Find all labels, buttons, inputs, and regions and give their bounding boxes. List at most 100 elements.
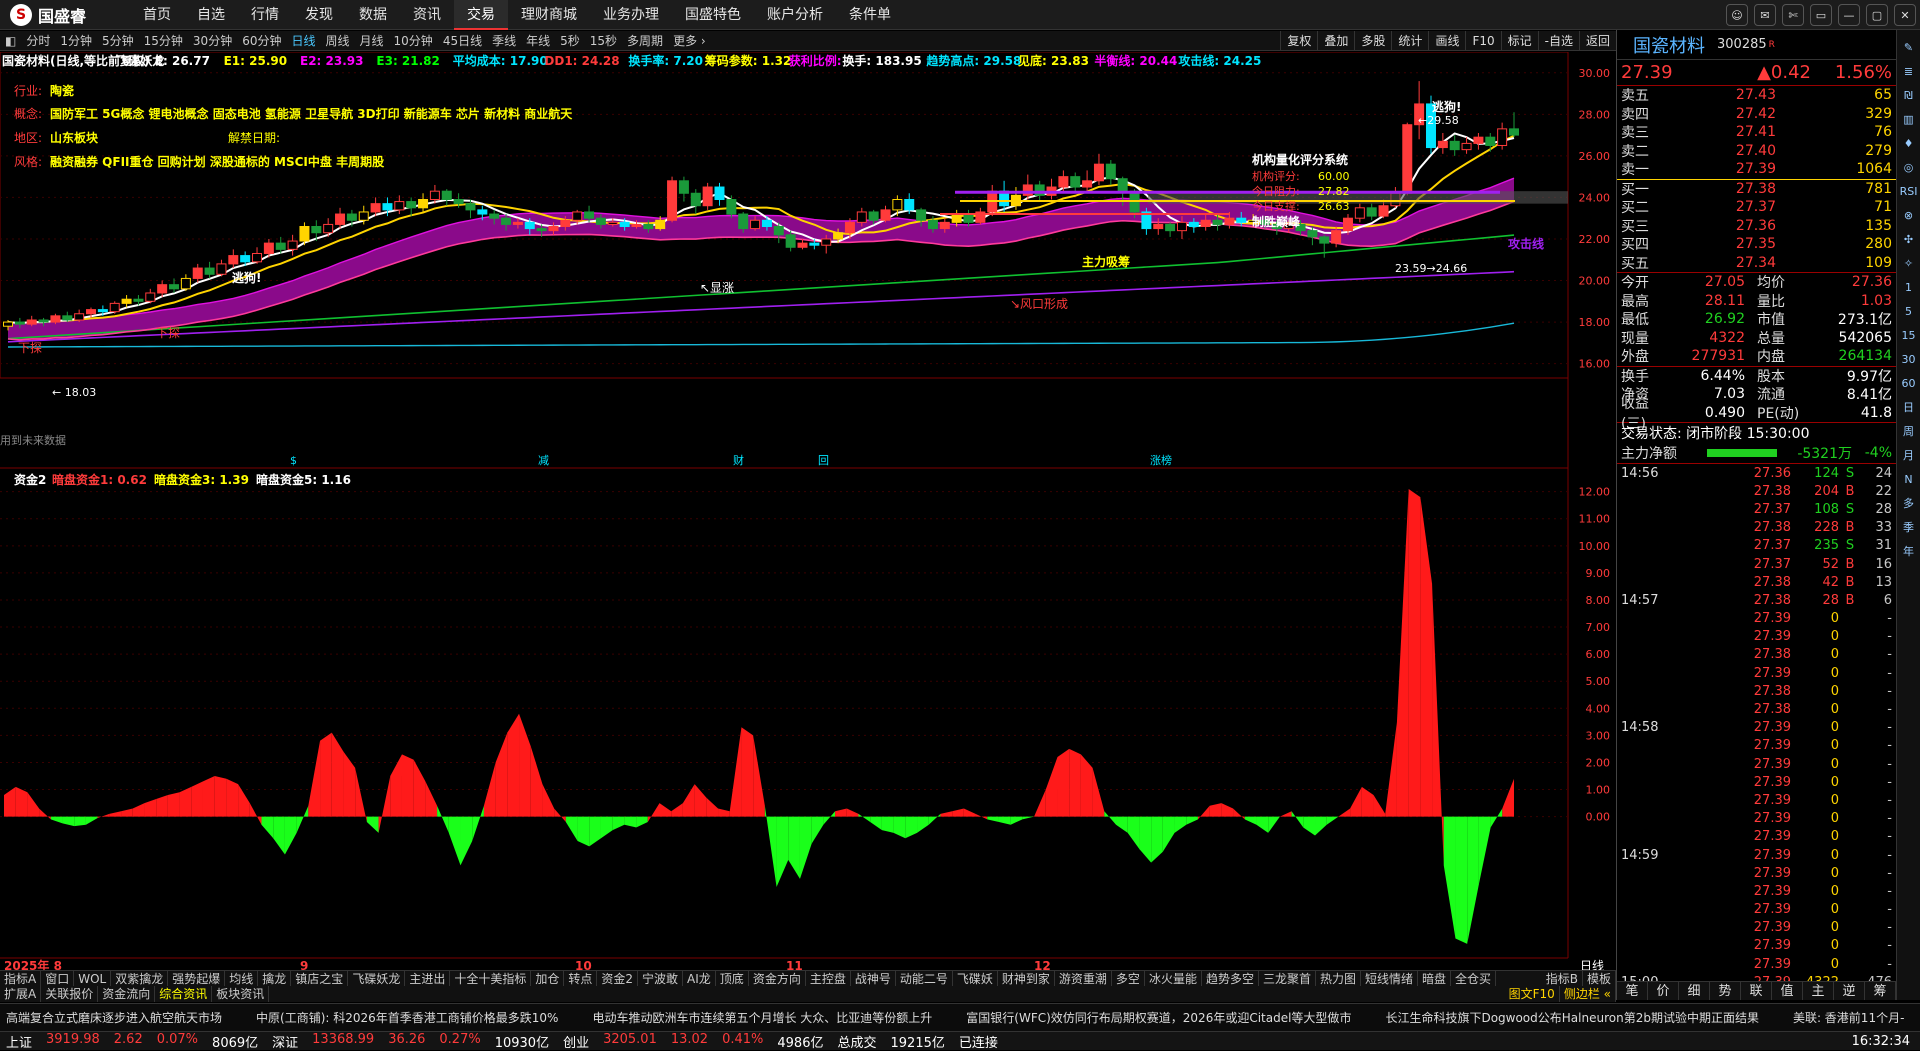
period-tab-8[interactable]: 月线 <box>355 32 389 49</box>
tool-button-3[interactable]: 统计 <box>1391 31 1428 51</box>
menu-3[interactable]: 发现 <box>292 0 346 30</box>
news-item-1[interactable]: 中原(工商铺): 科2026年首季香港工商铺价格最多跌10% <box>256 1009 558 1026</box>
kline-chart[interactable]: 30.00 28.00 26.00 24.00 22.00 20.00 18.00 16.00… <box>0 51 1616 973</box>
quote-tab-8[interactable]: 筹 <box>1865 982 1896 1000</box>
period-tab-14[interactable]: 15秒 <box>585 32 622 49</box>
sidebar-item-4-icon[interactable]: ♦ <box>1900 134 1918 152</box>
period-tab-10[interactable]: 45日线 <box>438 32 487 49</box>
sidebar-item-2-icon[interactable]: ₪ <box>1900 86 1918 104</box>
event-marker-1[interactable]: 减 <box>538 454 549 467</box>
bid-row-4[interactable]: 买五 27.34 109 <box>1617 254 1896 273</box>
indicator-tab-21[interactable]: 飞碟妖 <box>953 971 998 986</box>
sidebar-item-16-icon[interactable]: 周 <box>1900 422 1918 440</box>
period-tab-7[interactable]: 周线 <box>321 32 355 49</box>
bid-row-2[interactable]: 买三 27.36 135 <box>1617 217 1896 236</box>
indicator-tab-13[interactable]: 资金2 <box>597 971 639 986</box>
indicator-tab-26[interactable]: 趋势多空 <box>1202 971 1259 986</box>
indicator-tab-17[interactable]: 资金方向 <box>749 971 806 986</box>
news-item-0[interactable]: 高端复合立式磨床逐步进入航空航天市场 <box>6 1009 222 1026</box>
info-tab-3[interactable]: 综合资讯 <box>155 986 213 1002</box>
sidebar-item-21-icon[interactable]: 年 <box>1900 542 1918 560</box>
period-tab-9[interactable]: 10分钟 <box>389 32 438 49</box>
indicator-tab-20[interactable]: 动能二号 <box>896 971 953 986</box>
period-tab-2[interactable]: 5分钟 <box>97 32 139 49</box>
period-tab-6[interactable]: 日线 <box>286 32 320 49</box>
period-tab-11[interactable]: 季线 <box>487 32 521 49</box>
quote-tab-5[interactable]: 值 <box>1772 982 1803 1000</box>
tick-list[interactable]: 14:56 27.36 124 S 24 27.38 204 B 22 27.37 108 S 28 27… <box>1617 464 1896 991</box>
indicator-tab-5[interactable]: 均线 <box>225 971 259 986</box>
indicator-tab-24[interactable]: 多空 <box>1112 971 1145 986</box>
event-marker-0[interactable]: $ <box>290 454 297 467</box>
toggle-panel-icon[interactable]: ◧ <box>0 34 21 48</box>
menu-8[interactable]: 业务办理 <box>590 0 672 30</box>
indicator-tab-right-0[interactable]: 指标B <box>1542 971 1583 986</box>
ask-row-1[interactable]: 卖四 27.42 329 <box>1617 105 1896 124</box>
sidebar-item-1-icon[interactable]: ≣ <box>1900 62 1918 80</box>
indicator-tab-28[interactable]: 热力图 <box>1316 971 1361 986</box>
indicator-tab-3[interactable]: 双紫擒龙 <box>111 971 169 986</box>
period-tab-0[interactable]: 分时 <box>21 32 55 49</box>
indicator-tab-10[interactable]: 十全十美指标 <box>450 971 532 986</box>
menu-2[interactable]: 行情 <box>238 0 292 30</box>
period-tab-5[interactable]: 60分钟 <box>237 32 286 49</box>
info-tab-1[interactable]: 关联报价 <box>41 986 99 1002</box>
tool-button-2[interactable]: 多股 <box>1354 31 1391 51</box>
info-tab-0[interactable]: 扩展A <box>0 986 42 1002</box>
tool-button-8[interactable]: 返回 <box>1578 31 1616 51</box>
period-tab-12[interactable]: 年线 <box>521 32 555 49</box>
news-item-4[interactable]: 长江生命科技旗下Dogwood公布Halneuron第2b期试验中期正面结果 <box>1385 1009 1759 1026</box>
event-marker-3[interactable]: 回 <box>818 454 829 467</box>
menu-4[interactable]: 数据 <box>346 0 400 30</box>
ask-row-4[interactable]: 卖一 27.39 1064 <box>1617 160 1896 179</box>
period-tab-16[interactable]: 更多 › <box>668 32 711 49</box>
menu-10[interactable]: 账户分析 <box>754 0 836 30</box>
sidebar-item-18-icon[interactable]: N <box>1900 470 1918 488</box>
bid-row-1[interactable]: 买二 27.37 71 <box>1617 198 1896 217</box>
menu-1[interactable]: 自选 <box>184 0 238 30</box>
menu-11[interactable]: 条件单 <box>836 0 904 30</box>
indicator-tab-4[interactable]: 强势起爆 <box>168 971 226 986</box>
tool-button-7[interactable]: -自选 <box>1537 31 1579 51</box>
news-ticker[interactable]: 高端复合立式磨床逐步进入航空航天市场 中原(工商铺): 科2026年首季香港工商铺… <box>0 1003 1920 1031</box>
period-tab-3[interactable]: 15分钟 <box>139 32 188 49</box>
indicator-tab-6[interactable]: 擒龙 <box>258 971 292 986</box>
sidebar-item-10-icon[interactable]: 1 <box>1900 278 1918 296</box>
menu-0[interactable]: 首页 <box>130 0 184 30</box>
indicator-tab-22[interactable]: 财神到家 <box>998 971 1055 986</box>
quote-tab-3[interactable]: 势 <box>1710 982 1741 1000</box>
tool-button-1[interactable]: 叠加 <box>1317 31 1354 51</box>
period-tab-13[interactable]: 5秒 <box>555 32 585 49</box>
quote-tab-2[interactable]: 细 <box>1679 982 1710 1000</box>
info-tab-right-1[interactable]: 侧边栏 « <box>1560 986 1616 1002</box>
window-button-2-icon[interactable]: ✄ <box>1782 4 1804 26</box>
news-item-3[interactable]: 富国银行(WFC)效仿同行布局期权赛道，2026年或迎Citadel等大型做市 <box>966 1009 1351 1026</box>
indicator-tab-9[interactable]: 主进出 <box>405 971 451 986</box>
indicator-tab-right-1[interactable]: 模板 <box>1583 971 1616 986</box>
quote-tab-0[interactable]: 笔 <box>1617 982 1648 1000</box>
window-button-3-icon[interactable]: ▭ <box>1810 4 1832 26</box>
period-tab-4[interactable]: 30分钟 <box>188 32 237 49</box>
indicator-tab-29[interactable]: 短线情绪 <box>1361 971 1419 986</box>
app-logo[interactable]: S 国盛睿 <box>0 3 130 27</box>
quote-tab-7[interactable]: 逆 <box>1834 982 1865 1000</box>
window-button-4-icon[interactable]: — <box>1838 4 1860 26</box>
news-item-2[interactable]: 电动车推动欧洲车市连续第五个月增长 大众、比亚迪等份额上升 <box>592 1009 932 1026</box>
window-button-5-icon[interactable]: ▢ <box>1866 4 1888 26</box>
sidebar-item-11-icon[interactable]: 5 <box>1900 302 1918 320</box>
menu-9[interactable]: 国盛特色 <box>672 0 754 30</box>
quote-tab-4[interactable]: 联 <box>1741 982 1772 1000</box>
menu-6[interactable]: 交易 <box>454 0 508 30</box>
sidebar-item-12-icon[interactable]: 15 <box>1900 326 1918 344</box>
sidebar-item-3-icon[interactable]: ▥ <box>1900 110 1918 128</box>
indicator-tab-25[interactable]: 冰火量能 <box>1145 971 1202 986</box>
indicator-tab-1[interactable]: 窗口 <box>41 971 75 986</box>
period-tab-1[interactable]: 1分钟 <box>55 32 97 49</box>
tool-button-6[interactable]: 标记 <box>1500 31 1538 51</box>
info-tab-2[interactable]: 资金流向 <box>98 986 156 1002</box>
window-button-1-icon[interactable]: ✉ <box>1754 4 1776 26</box>
news-item-5[interactable]: 美联: 香港前11个月- <box>1793 1009 1904 1026</box>
info-tab-right-0[interactable]: 图文F10 <box>1505 986 1560 1002</box>
indicator-tab-23[interactable]: 游资重潮 <box>1055 971 1112 986</box>
period-tab-15[interactable]: 多周期 <box>622 32 668 49</box>
